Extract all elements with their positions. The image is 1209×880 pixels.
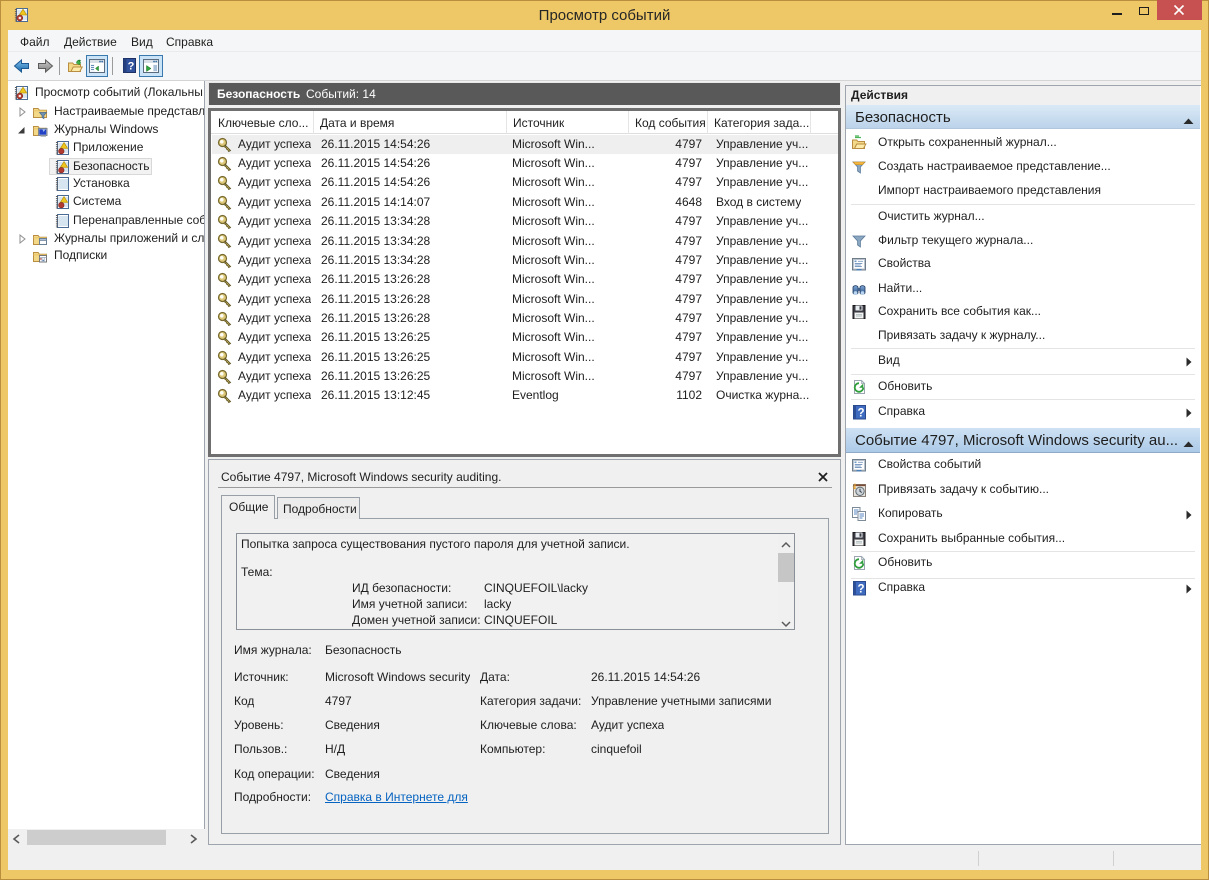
svg-text:?: ? <box>857 584 864 596</box>
svg-text:?: ? <box>128 61 135 73</box>
svg-text:?: ? <box>857 408 864 420</box>
